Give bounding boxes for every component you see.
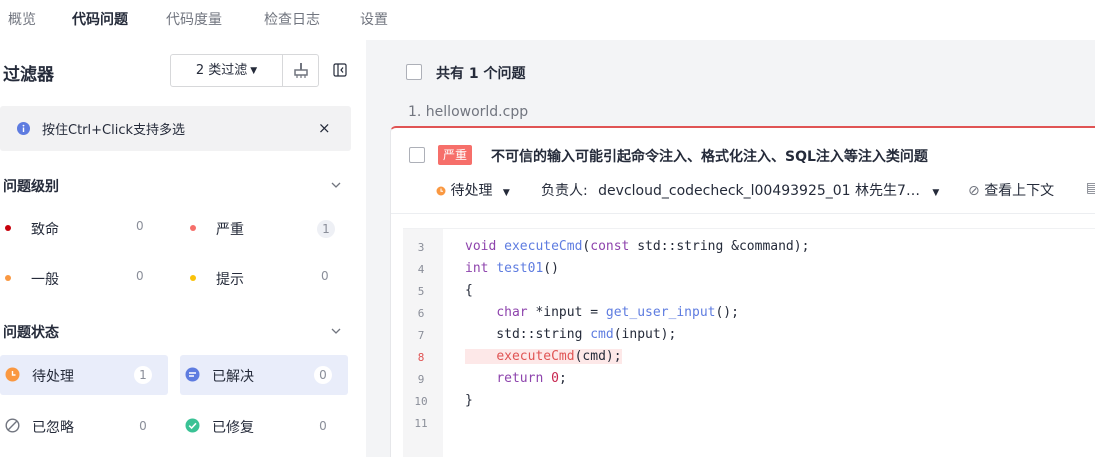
- caret-down-icon: ▼: [250, 66, 258, 76]
- code-line: return 0;: [496, 371, 567, 386]
- file-name[interactable]: 1. helloworld.cpp: [408, 104, 528, 120]
- severity-badge: 严重: [438, 145, 473, 165]
- level-label: 一般: [31, 272, 59, 288]
- level-count: 1: [317, 220, 335, 238]
- code-snippet: 3 4 5 6 7 8 9 10 11 void executeCmd(cons…: [403, 228, 1095, 457]
- dot-icon: [5, 275, 11, 281]
- ignored-icon: [5, 418, 20, 433]
- status-label: 已忽略: [32, 420, 74, 436]
- status-count: 1: [134, 366, 152, 384]
- tab-check-log[interactable]: 检查日志: [264, 9, 320, 29]
- select-all-checkbox[interactable]: [406, 64, 422, 80]
- document-icon[interactable]: ▤: [1086, 180, 1095, 196]
- fixed-icon: [185, 418, 200, 433]
- code-line: {: [465, 283, 473, 298]
- level-hint[interactable]: 提示 0: [185, 264, 345, 294]
- pending-icon: [436, 186, 446, 196]
- line-number: 5: [417, 285, 425, 298]
- broom-icon[interactable]: [283, 55, 319, 86]
- code-line: std::string cmd(input);: [465, 327, 677, 342]
- level-count: 0: [321, 269, 329, 283]
- code-line: int test01(): [465, 261, 559, 276]
- status-resolved[interactable]: 已解决 0: [180, 355, 348, 395]
- view-context-link[interactable]: ⊘ 查看上下文: [968, 180, 1054, 200]
- level-label: 致命: [31, 222, 59, 238]
- status-count: 0: [314, 366, 332, 384]
- dot-icon: [190, 225, 196, 231]
- link-icon: ⊘: [968, 183, 980, 199]
- issue-panel: 共有 1 个问题 1. helloworld.cpp 严重 不可信的输入可能引起…: [366, 40, 1095, 457]
- assignee-dropdown[interactable]: 负责人: devcloud_codecheck_l00493925_01 林先生…: [541, 180, 939, 200]
- line-number: 7: [417, 329, 425, 342]
- status-count: 0: [319, 419, 327, 433]
- level-count: 0: [136, 269, 144, 283]
- view-context-label: 查看上下文: [984, 183, 1055, 199]
- resolved-icon: [185, 367, 200, 382]
- assignee-value: devcloud_codecheck_l00493925_01 林先生7…: [598, 183, 920, 199]
- level-severe[interactable]: 严重 1: [185, 214, 345, 244]
- code-line: void executeCmd(const std::string &comma…: [465, 239, 810, 254]
- line-number: 3: [417, 241, 425, 254]
- top-tab-bar: 概览 代码问题 代码度量 检查日志 设置: [0, 0, 1095, 40]
- line-number-highlighted: 8: [417, 351, 425, 364]
- status-count: 0: [139, 419, 147, 433]
- chevron-down-icon[interactable]: [331, 327, 341, 335]
- level-label: 严重: [216, 222, 244, 238]
- line-number: 4: [417, 263, 425, 276]
- filter-button-group: 2 类过滤 ▼: [170, 54, 319, 87]
- level-general[interactable]: 一般 0: [0, 264, 160, 294]
- tip-text: 按住Ctrl+Click支持多选: [42, 123, 186, 138]
- code-line-highlighted: executeCmd(cmd);: [465, 349, 622, 364]
- assignee-label: 负责人:: [541, 183, 588, 199]
- filter-panel: 过滤器 2 类过滤 ▼ 按住Ctrl+Click支持多选 × 问题级别 致命 0…: [0, 40, 366, 457]
- status-label: 待处理: [32, 369, 74, 385]
- line-number: 11: [414, 417, 428, 430]
- issue-checkbox[interactable]: [409, 147, 425, 163]
- filter-type-dropdown[interactable]: 2 类过滤 ▼: [171, 55, 282, 86]
- divider: [391, 213, 1095, 214]
- caret-down-icon: ▼: [932, 188, 940, 198]
- status-pending[interactable]: 待处理 1: [0, 355, 168, 395]
- code-line: }: [465, 393, 473, 408]
- multiselect-tip: 按住Ctrl+Click支持多选 ×: [0, 106, 351, 151]
- issue-status-label: 待处理: [450, 183, 493, 199]
- tab-code-metrics[interactable]: 代码度量: [166, 9, 222, 29]
- caret-down-icon: ▼: [502, 188, 510, 198]
- tab-overview[interactable]: 概览: [8, 9, 36, 29]
- status-label: 已解决: [212, 369, 254, 385]
- issue-status-dropdown[interactable]: 待处理 ▼: [436, 180, 510, 200]
- info-icon: [17, 122, 30, 135]
- status-ignored[interactable]: 已忽略 0: [0, 406, 168, 446]
- panel-collapse-icon[interactable]: [333, 63, 347, 77]
- line-number: 10: [414, 395, 428, 408]
- level-label: 提示: [216, 272, 244, 288]
- issue-total: 共有 1 个问题: [436, 66, 526, 82]
- status-section-title: 问题状态: [3, 325, 59, 341]
- filter-title: 过滤器: [3, 65, 54, 85]
- status-label: 已修复: [212, 420, 254, 436]
- level-fatal[interactable]: 致命 0: [0, 214, 160, 244]
- line-number: 9: [417, 373, 425, 386]
- status-fixed[interactable]: 已修复 0: [180, 406, 348, 446]
- pending-icon: [5, 367, 20, 382]
- dot-icon: [190, 275, 196, 281]
- chevron-down-icon[interactable]: [331, 181, 341, 189]
- code-line: char *input = get_user_input();: [496, 305, 739, 320]
- tab-settings[interactable]: 设置: [360, 9, 388, 29]
- level-section-title: 问题级别: [3, 179, 59, 195]
- dot-icon: [5, 225, 11, 231]
- filter-type-label: 2 类过滤: [195, 63, 248, 78]
- line-number: 6: [417, 307, 425, 320]
- issue-title[interactable]: 不可信的输入可能引起命令注入、格式化注入、SQL注入等注入类问题: [491, 146, 928, 166]
- close-icon[interactable]: ×: [318, 119, 331, 137]
- issue-card: 严重 不可信的输入可能引起命令注入、格式化注入、SQL注入等注入类问题 待处理 …: [390, 126, 1095, 457]
- level-count: 0: [136, 219, 144, 233]
- tab-code-issues[interactable]: 代码问题: [72, 9, 128, 29]
